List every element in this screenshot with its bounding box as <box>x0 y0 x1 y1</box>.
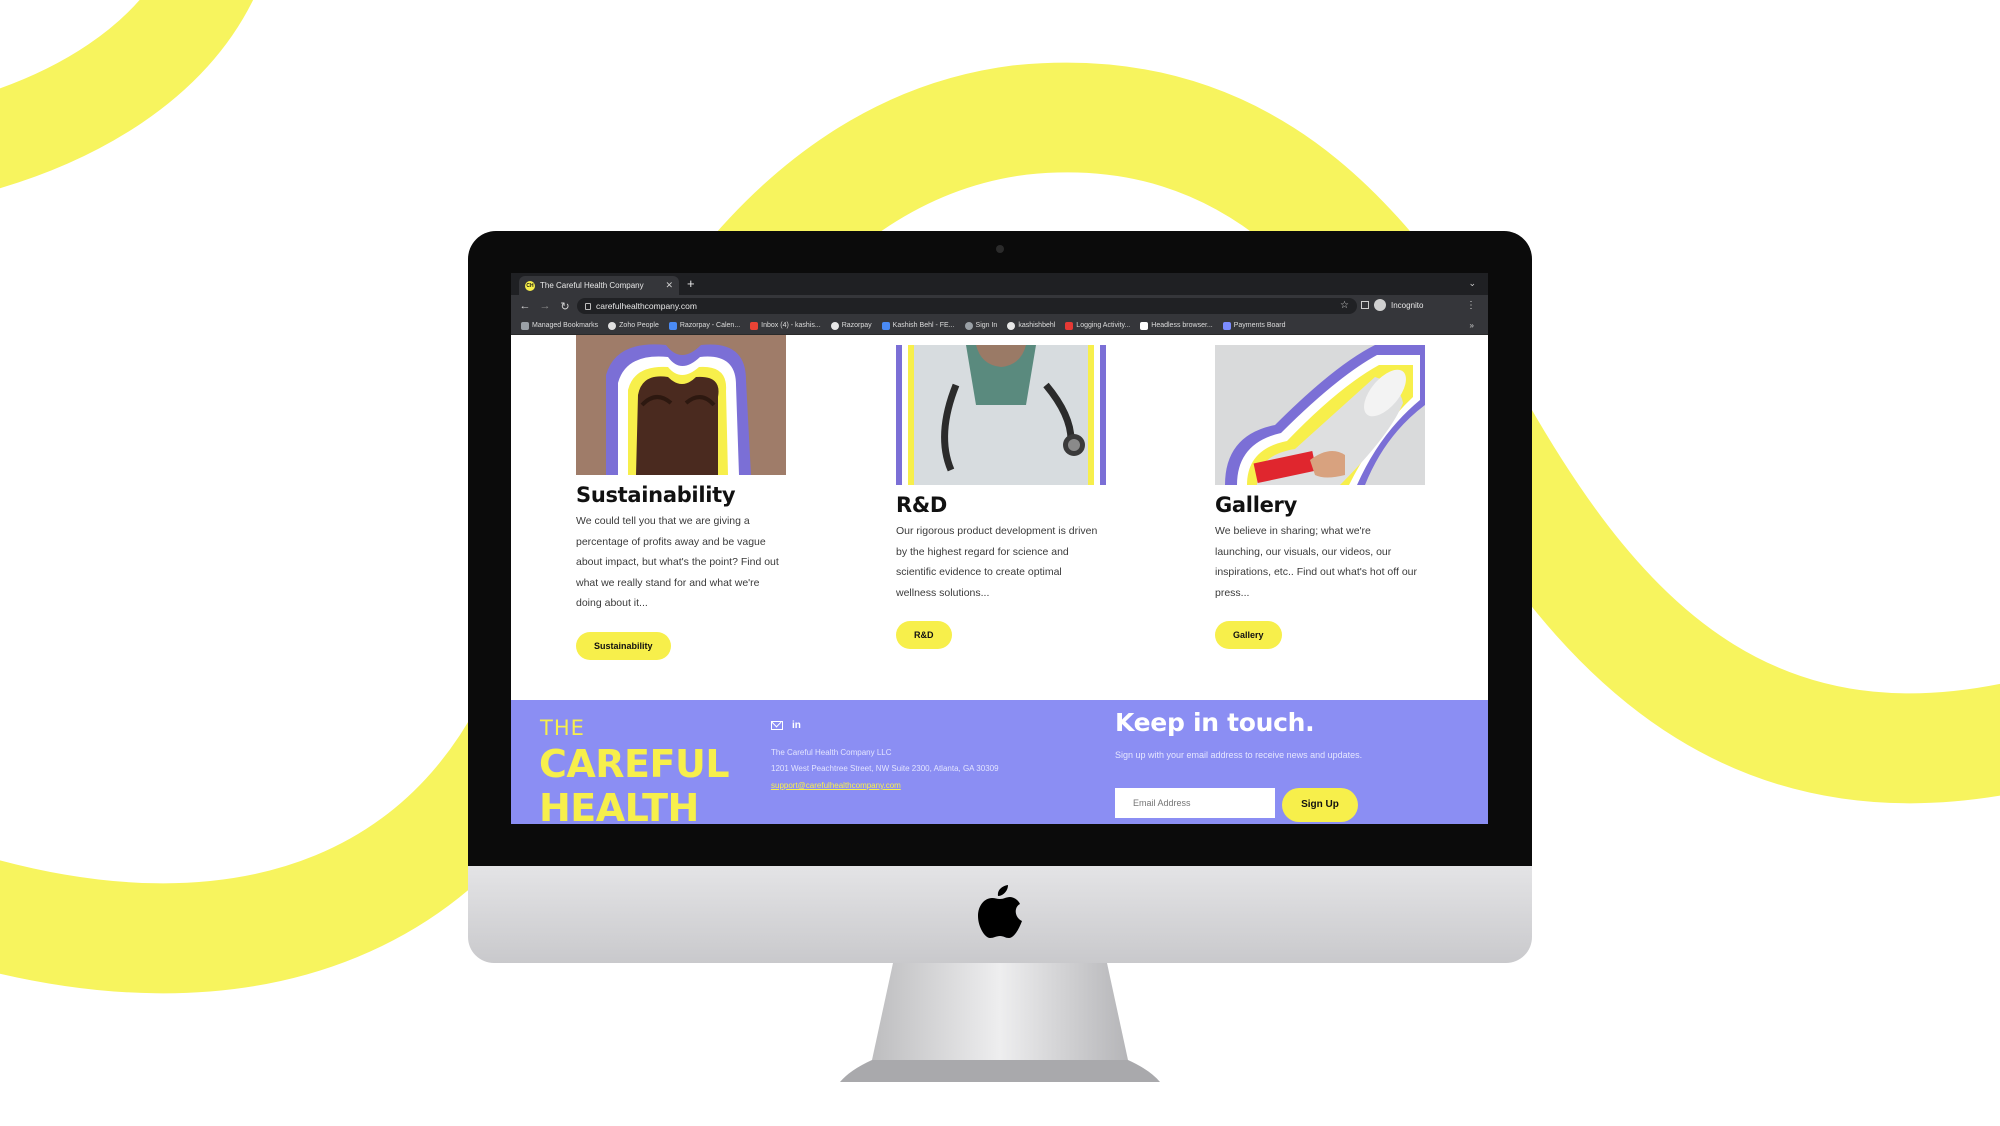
bookmark-item[interactable]: Zoho People <box>608 321 659 330</box>
side-panel-icon[interactable] <box>1361 301 1369 309</box>
card-body: We could tell you that we are giving a p… <box>576 515 779 609</box>
social-links: in <box>771 720 801 731</box>
footer: THE CAREFUL HEALTH in The Careful Health… <box>511 700 1488 824</box>
brand-health: HEALTH <box>539 786 699 824</box>
headless-icon <box>1140 321 1149 330</box>
globe-icon <box>964 321 973 330</box>
apple-logo-icon <box>978 885 1022 938</box>
url-field[interactable]: carefulhealthcompany.com ☆ <box>577 298 1357 314</box>
card-gallery: Gallery We believe in sharing; what we'r… <box>1215 345 1425 649</box>
brand-the: THE <box>540 716 585 740</box>
folder-icon <box>521 321 529 330</box>
bookmark-item[interactable]: Headless browser... <box>1140 321 1213 330</box>
card-body: We believe in sharing; what we're launch… <box>1215 525 1418 599</box>
card-rnd: R&D Our rigorous product development is … <box>896 345 1106 649</box>
card-title: Sustainability <box>576 483 736 507</box>
bookmark-item[interactable]: Managed Bookmarks <box>521 321 598 330</box>
browser-tab[interactable]: CH The Careful Health Company ✕ <box>519 276 679 295</box>
company-name: The Careful Health Company LLC <box>771 748 892 757</box>
sign-up-button[interactable]: Sign Up <box>1282 788 1358 822</box>
tab-title: The Careful Health Company <box>540 281 644 290</box>
github-icon <box>1007 321 1016 330</box>
doc-icon <box>881 321 890 330</box>
browser-tab-bar: CH The Careful Health Company ✕ + ⌄ <box>511 273 1488 295</box>
page-content: Sustainability We could tell you that we… <box>511 335 1488 824</box>
incognito-icon <box>1374 299 1386 311</box>
github-icon <box>830 321 839 330</box>
screen: CH The Careful Health Company ✕ + ⌄ ← → … <box>511 273 1488 824</box>
card-title: Gallery <box>1215 493 1297 517</box>
mail-icon[interactable] <box>771 721 783 730</box>
newsletter-subtitle: Sign up with your email address to recei… <box>1115 750 1363 760</box>
forward-arrow-icon[interactable]: → <box>535 300 555 312</box>
address-bar: ← → ↻ carefulhealthcompany.com ☆ Incogni… <box>511 295 1488 317</box>
gmail-icon <box>750 321 759 330</box>
calendar-icon <box>668 321 677 330</box>
s-icon <box>1065 321 1074 330</box>
bookmark-item[interactable]: kashishbehl <box>1007 321 1055 330</box>
url-text: carefulhealthcompany.com <box>596 301 697 311</box>
linkedin-icon[interactable]: in <box>792 720 801 731</box>
bookmark-item[interactable]: Sign In <box>964 321 997 330</box>
gallery-button[interactable]: Gallery <box>1215 621 1282 649</box>
profile-area[interactable]: Incognito <box>1361 299 1423 311</box>
card-body: Our rigorous product development is driv… <box>896 525 1098 599</box>
zoho-icon <box>608 321 617 330</box>
lock-icon <box>585 302 591 310</box>
bookmark-item[interactable]: Payments Board <box>1222 321 1286 330</box>
bookmark-item[interactable]: Razorpay - Calen... <box>668 321 740 330</box>
new-tab-plus-icon[interactable]: + <box>687 276 695 292</box>
bookmark-item[interactable]: Logging Activity... <box>1065 321 1130 330</box>
incognito-label: Incognito <box>1391 300 1424 310</box>
camera-icon <box>996 245 1004 253</box>
megaphone-image <box>1215 345 1425 485</box>
raised-fists-image <box>576 335 786 475</box>
bookmark-item[interactable]: Inbox (4) - kashis... <box>750 321 821 330</box>
back-arrow-icon[interactable]: ← <box>515 300 535 312</box>
board-icon <box>1222 321 1231 330</box>
tab-favicon-icon: CH <box>525 280 535 291</box>
sustainability-button[interactable]: Sustainability <box>576 631 671 660</box>
company-address: 1201 West Peachtree Street, NW Suite 230… <box>771 764 999 773</box>
doctor-stethoscope-image <box>896 345 1106 485</box>
card-title: R&D <box>896 493 948 517</box>
bookmark-item[interactable]: Razorpay <box>830 321 872 330</box>
card-sustainability: Sustainability We could tell you that we… <box>576 335 786 660</box>
more-bookmarks-icon[interactable]: » <box>1470 321 1474 330</box>
brand-careful: CAREFUL <box>539 742 730 786</box>
menu-dots-icon[interactable]: ⋮ <box>1466 300 1476 311</box>
rnd-button[interactable]: R&D <box>896 621 952 649</box>
reload-icon[interactable]: ↻ <box>555 300 575 313</box>
email-field[interactable] <box>1115 788 1275 818</box>
chevron-down-icon[interactable]: ⌄ <box>1468 278 1476 289</box>
bookmark-item[interactable]: Kashish Behl - FE... <box>881 321 955 330</box>
close-icon[interactable]: ✕ <box>665 280 673 291</box>
star-icon[interactable]: ☆ <box>1340 300 1349 311</box>
newsletter-title: Keep in touch. <box>1115 708 1315 737</box>
support-email-link[interactable]: support@carefulhealthcompany.com <box>771 781 901 790</box>
bookmarks-bar: Managed Bookmarks Zoho People Razorpay -… <box>511 317 1488 335</box>
